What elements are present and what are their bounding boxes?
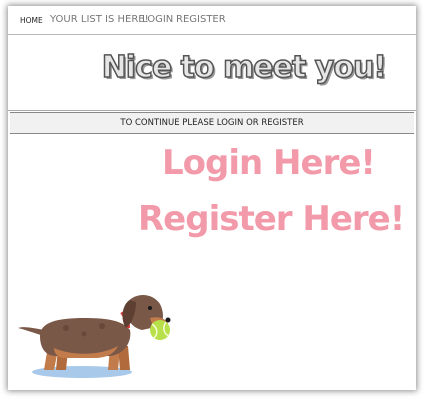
nav-home-link[interactable]: HOME	[20, 16, 43, 25]
spot-1	[63, 325, 69, 331]
login-link[interactable]: Login Here!	[162, 143, 376, 183]
body-shape	[40, 318, 131, 356]
nav-login-link[interactable]: LOGIN	[142, 14, 173, 25]
nose-shape	[165, 317, 171, 323]
register-link[interactable]: Register Here!	[138, 199, 405, 239]
app-frame: HOME YOUR LIST IS HERE! LOGIN REGISTER N…	[8, 6, 416, 390]
spot-2	[81, 331, 87, 337]
hero-header: Nice to meet you!	[8, 36, 416, 111]
dachshund-with-ball-illustration	[18, 295, 171, 378]
nav-register-link[interactable]: REGISTER	[176, 14, 226, 25]
tennis-ball-shape	[150, 320, 170, 340]
eye-shape	[148, 306, 152, 310]
instruction-banner: TO CONTINUE PLEASE LOGIN OR REGISTER	[10, 112, 414, 134]
nav-list-link[interactable]: YOUR LIST IS HERE!	[50, 14, 149, 25]
page-title: Nice to meet you!	[101, 49, 388, 86]
spot-3	[99, 323, 105, 329]
top-nav: HOME YOUR LIST IS HERE! LOGIN REGISTER	[8, 6, 416, 35]
